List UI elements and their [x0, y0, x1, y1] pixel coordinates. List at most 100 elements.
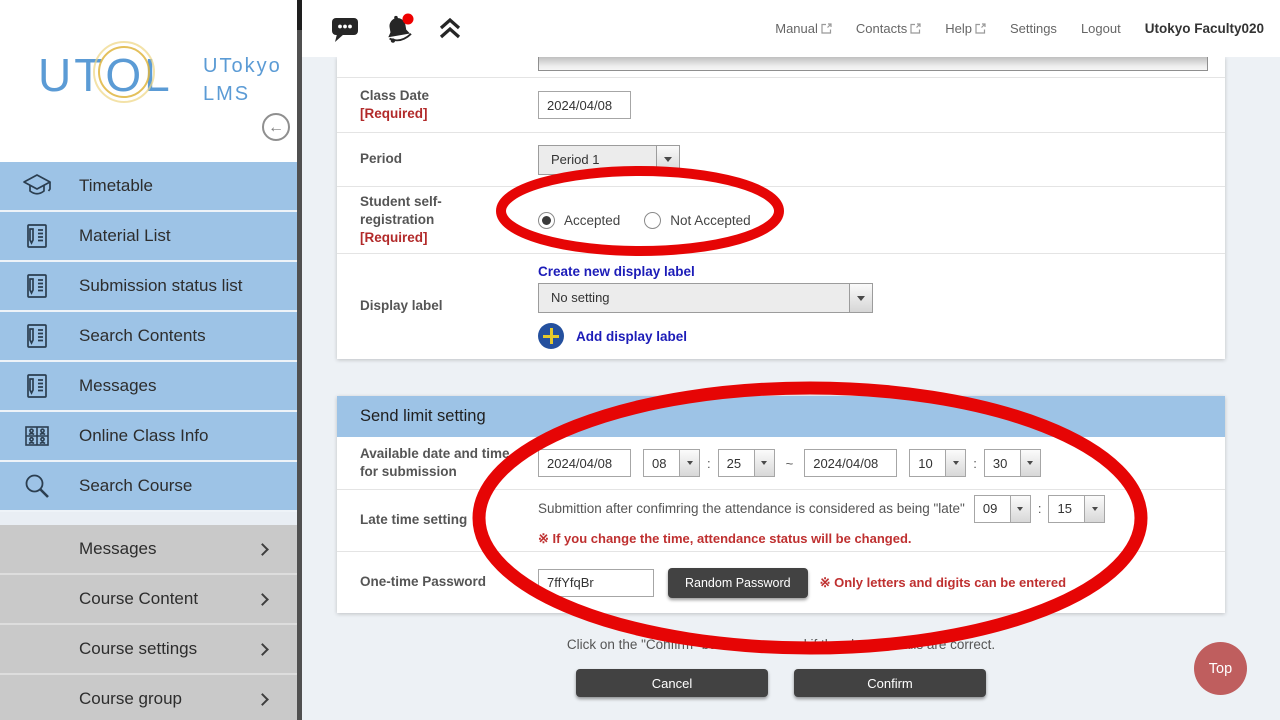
- class-date-input[interactable]: [538, 91, 631, 119]
- logo-o-rings: O: [105, 48, 144, 102]
- dropdown-arrow-icon[interactable]: [656, 145, 680, 175]
- end-date-input[interactable]: [804, 449, 897, 477]
- logo-subtitle: UTokyo LMS: [203, 52, 282, 108]
- footer-buttons: Cancel Confirm: [337, 669, 1225, 697]
- sidebar-item-label: Material List: [79, 226, 171, 246]
- late-warning-text: ※ If you change the time, attendance sta…: [538, 531, 1105, 547]
- end-hour-combo[interactable]: [909, 449, 966, 477]
- start-hour-combo[interactable]: [643, 449, 700, 477]
- late-label: Late time setting: [360, 511, 538, 529]
- late-minute-input[interactable]: [1048, 495, 1085, 523]
- spinner-arrow-icon[interactable]: [680, 449, 700, 477]
- contacts-link[interactable]: Contacts: [856, 21, 921, 36]
- sidebar-item-submission-status[interactable]: Submission status list: [0, 262, 297, 312]
- scrollbar-thumb[interactable]: [297, 0, 302, 30]
- logout-link[interactable]: Logout: [1081, 21, 1121, 36]
- topbar-icons: [330, 0, 484, 57]
- spinner-arrow-icon[interactable]: [1021, 449, 1041, 477]
- display-label-select-value[interactable]: No setting: [538, 283, 850, 313]
- spinner-arrow-icon[interactable]: [946, 449, 966, 477]
- radio-accepted[interactable]: [538, 212, 555, 229]
- period-select[interactable]: Period 1: [538, 145, 680, 175]
- start-hour-input[interactable]: [643, 449, 680, 477]
- sidebar-item-label: Search Course: [79, 476, 192, 496]
- sidebar-item-label: Search Contents: [79, 326, 206, 346]
- late-hour-input[interactable]: [974, 495, 1011, 523]
- external-link-icon: [975, 23, 986, 34]
- period-label-cell: Period: [337, 133, 538, 186]
- start-minute-input[interactable]: [718, 449, 755, 477]
- radio-not-accepted[interactable]: [644, 212, 661, 229]
- sidebar-collapse-button[interactable]: ←: [262, 113, 290, 141]
- chevron-right-icon: [256, 593, 269, 606]
- topbar: Manual Contacts Help Settings Logout Uto…: [302, 0, 1280, 57]
- required-tag: [Required]: [360, 105, 538, 123]
- sidebar-item-material-list[interactable]: Material List: [0, 212, 297, 262]
- sidebar-item-search-course[interactable]: Search Course: [0, 462, 297, 512]
- create-display-label-link[interactable]: Create new display label: [538, 264, 873, 279]
- sidebar-item-search-contents[interactable]: Search Contents: [0, 312, 297, 362]
- chat-bubble-icon[interactable]: [330, 15, 360, 43]
- self-registration-row: Student self-registration [Required] Acc…: [337, 187, 1225, 254]
- display-label-label: Display label: [360, 297, 538, 315]
- sidebar-item-label: Online Class Info: [79, 426, 208, 446]
- sidebar-item-course-group[interactable]: Course group: [0, 675, 297, 720]
- sidebar-scrollbar[interactable]: [297, 0, 302, 720]
- chevron-right-icon: [256, 643, 269, 656]
- sidebar-item-label: Timetable: [79, 176, 153, 196]
- period-label: Period: [360, 150, 538, 168]
- confirm-instruction: Click on the "Confirm" button to proceed…: [337, 637, 1225, 652]
- arrow-left-icon: ←: [268, 119, 284, 136]
- colon-separator: :: [1038, 501, 1042, 516]
- late-hour-combo[interactable]: [974, 495, 1031, 523]
- sidebar-item-course-settings[interactable]: Course settings: [0, 625, 297, 675]
- spinner-arrow-icon[interactable]: [1011, 495, 1031, 523]
- spinner-arrow-icon[interactable]: [755, 449, 775, 477]
- start-minute-combo[interactable]: [718, 449, 775, 477]
- sidebar-item-label: Messages: [79, 539, 156, 559]
- cancel-button[interactable]: Cancel: [576, 669, 768, 697]
- available-label-cell: Available date and time for submission: [337, 437, 538, 489]
- late-minute-combo[interactable]: [1048, 495, 1105, 523]
- period-select-value[interactable]: Period 1: [538, 145, 657, 175]
- spinner-arrow-icon[interactable]: [1085, 495, 1105, 523]
- notification-bell-icon[interactable]: [382, 13, 416, 45]
- utol-logo: UTOL: [38, 48, 173, 102]
- radio-accepted-label: Accepted: [564, 213, 620, 228]
- truncated-input[interactable]: [538, 57, 1208, 71]
- dropdown-arrow-icon[interactable]: [849, 283, 873, 313]
- topbar-links: Manual Contacts Help Settings Logout Uto…: [751, 0, 1264, 57]
- random-password-button[interactable]: Random Password: [668, 568, 808, 598]
- chevron-right-icon: [256, 543, 269, 556]
- sidebar: UTOL UTokyo LMS ← Timetable Material Lis…: [0, 0, 297, 720]
- scroll-to-top-button[interactable]: Top: [1194, 642, 1247, 695]
- collapse-up-icon[interactable]: [438, 17, 462, 41]
- add-plus-icon[interactable]: [538, 323, 564, 349]
- colon-separator: :: [973, 456, 977, 471]
- magnifier-icon: [21, 470, 53, 502]
- sidebar-item-messages-group[interactable]: Messages: [0, 525, 297, 575]
- external-link-icon: [910, 23, 921, 34]
- end-minute-input[interactable]: [984, 449, 1021, 477]
- display-label-select[interactable]: No setting: [538, 283, 873, 313]
- settings-link[interactable]: Settings: [1010, 21, 1057, 36]
- clipboard-icon: [21, 270, 53, 302]
- add-display-label-link[interactable]: Add display label: [576, 329, 687, 344]
- sidebar-item-label: Course Content: [79, 589, 198, 609]
- sidebar-item-online-class-info[interactable]: Online Class Info: [0, 412, 297, 462]
- sidebar-item-messages[interactable]: Messages: [0, 362, 297, 412]
- help-link[interactable]: Help: [945, 21, 986, 36]
- sidebar-item-timetable[interactable]: Timetable: [0, 162, 297, 212]
- class-settings-panel: Class Date [Required] Period Period 1 St…: [337, 57, 1225, 359]
- end-minute-combo[interactable]: [984, 449, 1041, 477]
- available-datetime-row: Available date and time for submission :…: [337, 437, 1225, 490]
- one-time-password-input[interactable]: [538, 569, 654, 597]
- start-date-input[interactable]: [538, 449, 631, 477]
- sidebar-item-course-content[interactable]: Course Content: [0, 575, 297, 625]
- video-grid-icon: [21, 420, 53, 452]
- password-label-cell: One-time Password: [337, 552, 538, 613]
- send-limit-header: Send limit setting: [337, 396, 1225, 437]
- manual-link[interactable]: Manual: [775, 21, 832, 36]
- end-hour-input[interactable]: [909, 449, 946, 477]
- confirm-button[interactable]: Confirm: [794, 669, 986, 697]
